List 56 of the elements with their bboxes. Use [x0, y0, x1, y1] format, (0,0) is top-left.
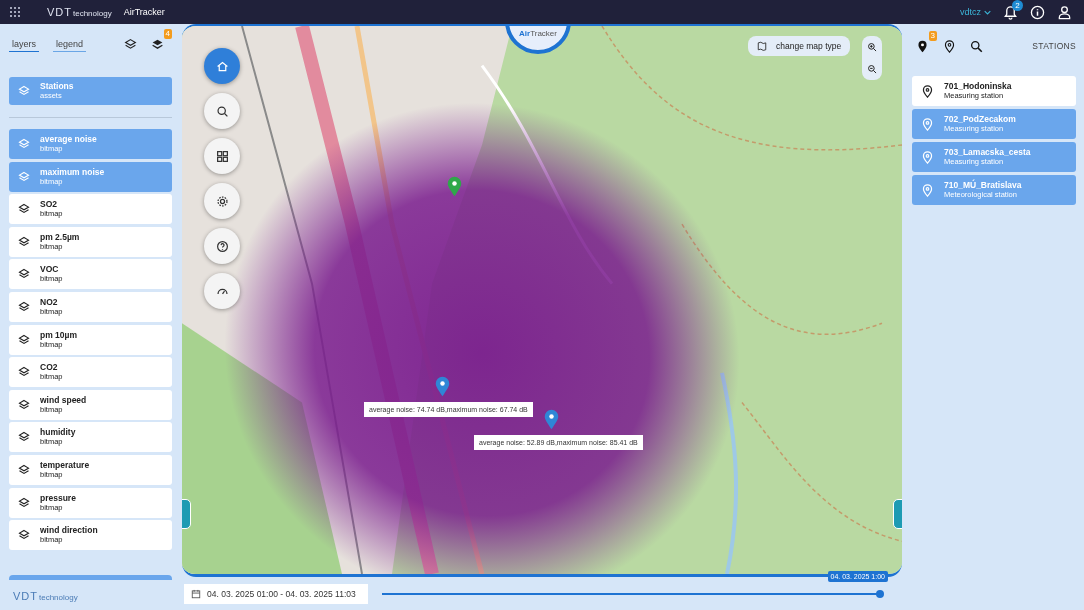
user-dropdown[interactable]: vdtcz — [960, 7, 991, 17]
zoom-out-icon[interactable] — [867, 64, 877, 74]
count-badge: 3 — [928, 30, 937, 41]
panel-tab[interactable]: layers — [9, 36, 39, 52]
layers-icon — [18, 366, 30, 379]
map-pin-icon — [921, 84, 934, 98]
footer-logo: VDT technology — [13, 590, 79, 602]
map-pin-icon[interactable] — [447, 176, 462, 197]
layers-icon — [18, 496, 30, 509]
layers-icon — [18, 398, 30, 411]
layers-icon — [18, 268, 30, 281]
layers-icon — [18, 463, 30, 476]
layers-icon — [18, 333, 30, 346]
gear-icon — [215, 194, 229, 208]
home-icon — [215, 59, 229, 73]
layers-icon[interactable] — [151, 37, 164, 51]
bell-icon[interactable] — [1003, 4, 1018, 20]
search-icon — [215, 104, 229, 118]
layers-icon — [18, 170, 30, 183]
panel-tab[interactable]: legend — [53, 36, 87, 52]
layers-icon — [18, 235, 30, 248]
date-range-field[interactable]: 04. 03. 2025 01:00 - 04. 03. 2025 11:03 — [184, 583, 368, 604]
layers-icon — [18, 203, 30, 216]
layers-icon[interactable] — [124, 37, 137, 51]
layers-icon — [18, 300, 30, 313]
zoom-in-icon[interactable] — [867, 42, 877, 52]
panel-toggle-handle[interactable] — [893, 499, 902, 529]
search-icon[interactable] — [970, 39, 983, 53]
slider-thumb[interactable] — [876, 589, 884, 598]
map-pin-icon[interactable] — [916, 39, 929, 53]
notification-badge: 2 — [1012, 0, 1023, 11]
layers-icon — [18, 529, 30, 542]
map-pin-icon[interactable] — [943, 39, 956, 53]
app-name: AirTracker — [123, 7, 165, 17]
grid-icon — [215, 149, 229, 163]
panel-title: STATIONS — [1032, 41, 1076, 51]
map-pin-icon — [921, 117, 934, 131]
map-type-button[interactable]: change map type — [748, 36, 851, 56]
calendar-icon — [191, 588, 201, 599]
map-drawing[interactable] — [182, 26, 902, 574]
count-badge: 4 — [163, 28, 172, 39]
map-pin-icon — [921, 150, 934, 164]
map-pin-icon — [921, 183, 934, 197]
caret-icon — [984, 9, 991, 15]
layers-icon — [18, 85, 30, 97]
apps-grid-icon[interactable] — [9, 6, 21, 18]
layers-icon — [18, 431, 30, 444]
info-icon[interactable] — [1030, 4, 1045, 20]
logo: VDT technology — [47, 6, 112, 18]
layers-icon — [18, 138, 30, 150]
help-icon — [215, 239, 229, 253]
user-icon[interactable] — [1057, 4, 1072, 20]
map-pin-icon[interactable] — [435, 376, 450, 397]
map-icon — [757, 41, 767, 51]
panel-toggle-handle[interactable] — [182, 499, 191, 529]
map-pin-icon[interactable] — [544, 409, 559, 430]
